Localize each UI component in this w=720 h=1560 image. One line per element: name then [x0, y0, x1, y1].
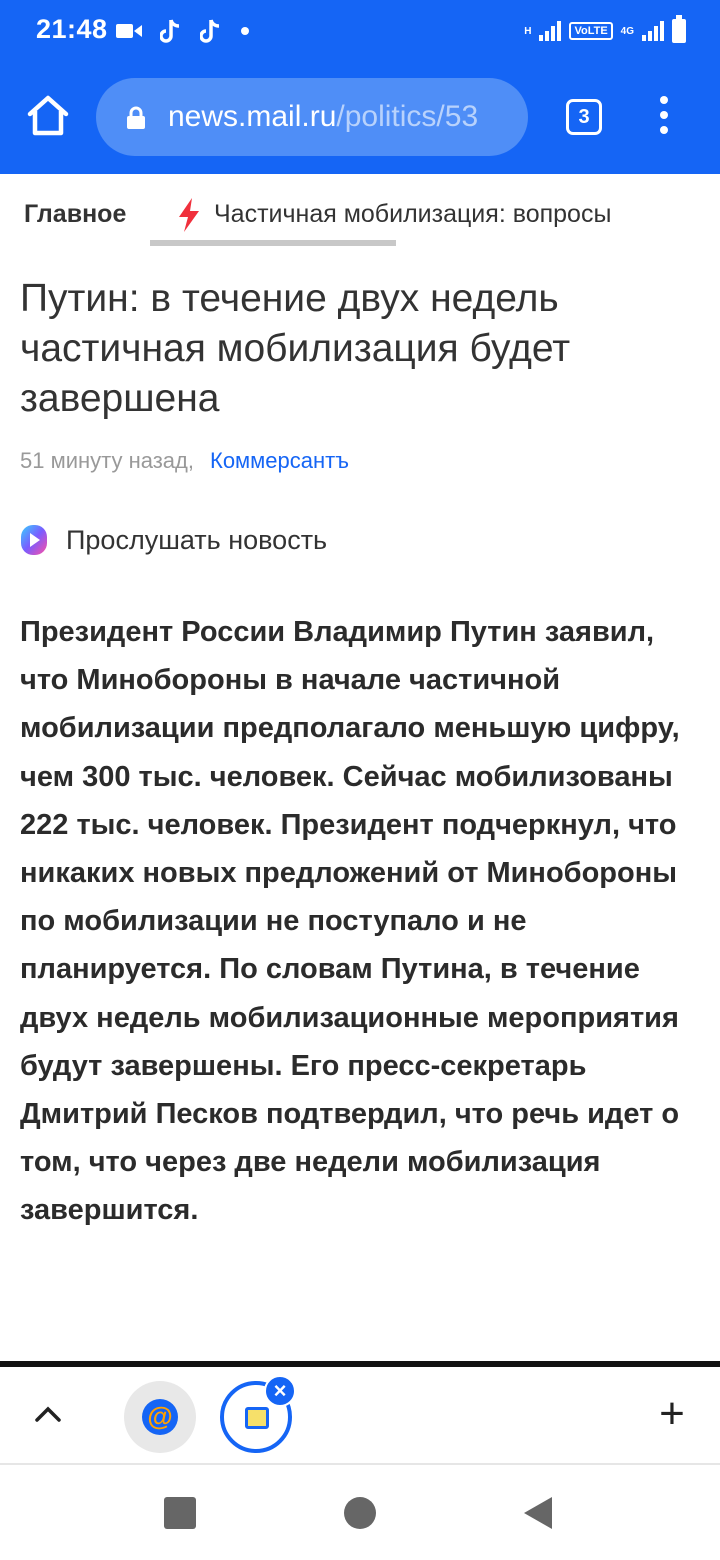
article-body: Президент России Владимир Путин заявил, … — [20, 616, 680, 1227]
network-h-label: H — [524, 25, 532, 37]
notification-dot-icon — [241, 27, 249, 35]
new-tab-button[interactable]: + — [652, 1392, 692, 1436]
listen-button[interactable]: Прослушать новость — [20, 520, 327, 560]
lightning-icon — [179, 198, 199, 232]
section-nav: Главное Частичная мобилизация: вопросы — [0, 174, 720, 252]
article-time: 51 минуту назад, — [20, 448, 194, 473]
system-nav-bar — [0, 1467, 720, 1560]
volte-badge: VoLTE — [569, 22, 613, 40]
recents-icon[interactable] — [164, 1497, 196, 1529]
article-headline: Путин: в течение двух недель частичная м… — [20, 277, 571, 420]
url-text[interactable]: news.mail.ru/politics/53 — [168, 100, 478, 134]
news-tab-icon — [245, 1407, 269, 1429]
status-bar: 21:48 H VoLTE 4G — [0, 0, 720, 62]
nav-tab-mobilization[interactable]: Частичная мобилизация: вопросы — [214, 200, 611, 229]
status-notifications — [116, 16, 250, 46]
network-4g-label: 4G — [620, 25, 634, 37]
play-audio-icon — [21, 525, 47, 555]
more-vertical-icon[interactable] — [650, 96, 678, 138]
tiktok-icon — [200, 19, 220, 43]
article-meta: 51 минуту назад, Коммерсантъ — [20, 448, 349, 474]
browser-chrome: 21:48 H VoLTE 4G news.mail.ru/politics/5… — [0, 0, 720, 174]
signal-icon — [539, 21, 562, 41]
url-path: /politics/53 — [336, 100, 479, 133]
listen-label: Прослушать новость — [66, 524, 328, 555]
mail-ru-icon: @ — [142, 1399, 178, 1435]
tab-strip: @ × + — [0, 1367, 720, 1465]
tiktok-icon — [160, 19, 180, 43]
video-camera-icon — [116, 24, 142, 38]
article-source-link[interactable]: Коммерсантъ — [210, 448, 349, 473]
tab-switcher-button[interactable]: 3 — [566, 99, 602, 135]
url-host: news.mail.ru — [168, 100, 337, 133]
nav-scroll-indicator — [150, 240, 396, 246]
tab-mail-ru[interactable]: @ — [124, 1381, 196, 1453]
nav-tab-home[interactable]: Главное — [24, 200, 126, 229]
lock-icon — [127, 106, 145, 129]
close-tab-button[interactable]: × — [264, 1375, 296, 1407]
address-bar[interactable]: news.mail.ru/politics/53 — [96, 78, 528, 156]
status-system-icons: H VoLTE 4G — [524, 15, 686, 46]
status-time: 21:48 — [36, 14, 108, 44]
back-icon[interactable] — [522, 1495, 554, 1531]
signal-icon — [642, 21, 664, 41]
home-icon[interactable] — [24, 92, 72, 140]
chevron-up-icon[interactable] — [34, 1403, 62, 1423]
battery-full-icon — [672, 15, 686, 43]
home-circle-icon[interactable] — [344, 1497, 376, 1529]
